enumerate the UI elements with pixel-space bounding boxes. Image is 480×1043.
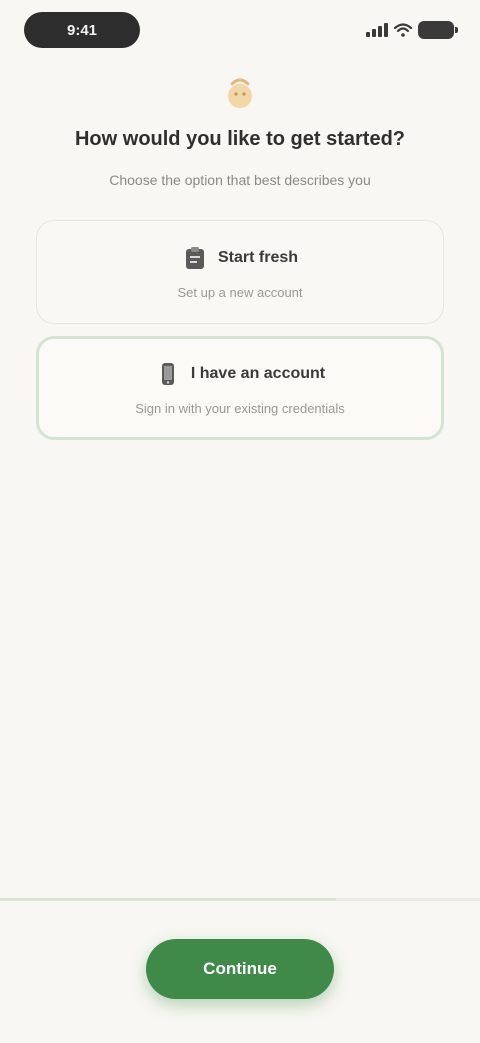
option-label: Start fresh	[217, 248, 299, 266]
clipboard-icon	[185, 246, 204, 269]
option-label: I have an account	[190, 364, 326, 382]
progress-bar	[0, 898, 480, 901]
status-time: 9:41	[24, 12, 140, 48]
status-icons	[366, 18, 458, 42]
option-existing-account[interactable]: I have an account Sign in with your exis…	[36, 336, 444, 440]
page-subtitle: Choose the option that best describes yo…	[109, 172, 371, 188]
option-description: Set up a new account	[177, 284, 303, 300]
wifi-icon	[394, 23, 412, 37]
option-start-fresh[interactable]: Start fresh Set up a new account	[36, 220, 444, 324]
continue-button[interactable]: Continue	[146, 939, 334, 999]
phone-icon	[161, 362, 174, 385]
option-head: Start fresh	[182, 245, 298, 271]
signal-icon	[366, 23, 388, 37]
option-description: Sign in with your existing credentials	[135, 400, 345, 416]
option-head: I have an account	[155, 361, 325, 387]
status-bar: 9:41	[0, 0, 480, 64]
hand-wave-icon	[218, 72, 262, 116]
progress-fill	[0, 898, 336, 901]
battery-icon	[418, 21, 458, 39]
page-title: How would you like to get started?	[74, 128, 406, 150]
bottom-bar: Continue	[0, 898, 480, 1043]
